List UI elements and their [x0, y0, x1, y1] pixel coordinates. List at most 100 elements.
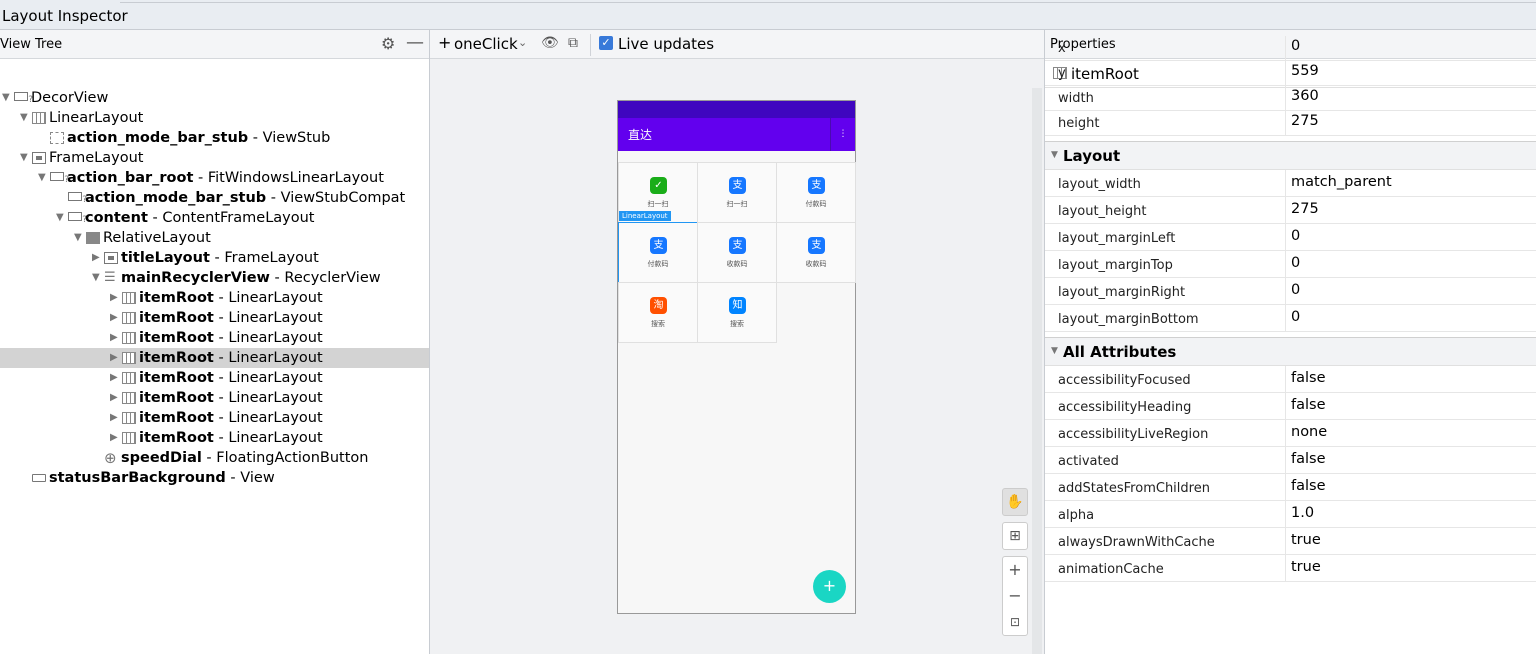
collapse-arrow-icon[interactable]: ▶	[110, 388, 118, 408]
collapse-arrow-icon[interactable]: ▼	[1051, 150, 1058, 160]
speed-dial-button[interactable]: +	[813, 570, 846, 603]
property-row[interactable]: activated false	[1045, 447, 1536, 474]
collapse-arrow-icon[interactable]: ▶	[110, 348, 118, 368]
collapse-arrow-icon[interactable]: ▼	[1051, 346, 1058, 356]
expand-arrow-icon[interactable]: ▼	[2, 88, 10, 108]
grid-item[interactable]: 知搜索	[697, 282, 777, 343]
property-row[interactable]: layout_height 275	[1045, 197, 1536, 224]
property-row[interactable]: animationCache true	[1045, 555, 1536, 582]
property-value[interactable]: 360	[1291, 88, 1319, 104]
property-value[interactable]: 0	[1291, 309, 1300, 325]
tree-node-itemroot[interactable]: ▶ itemRoot - LinearLayout	[0, 428, 429, 448]
property-section[interactable]: ▼ Layout	[1045, 141, 1536, 170]
tree-node-relativelayout[interactable]: ▼ RelativeLayout	[0, 228, 429, 248]
tree-node-speeddial[interactable]: ⊕ speedDial - FloatingActionButton	[0, 448, 429, 468]
property-value[interactable]: false	[1291, 397, 1326, 413]
property-value[interactable]: match_parent	[1291, 174, 1392, 190]
grid-item[interactable]: 支付款码	[776, 162, 856, 223]
minimize-icon[interactable]: —	[406, 32, 424, 53]
collapse-arrow-icon[interactable]: ▶	[110, 408, 118, 428]
device-screen[interactable]: 直达 ⋮ ✓ 扫一扫支扫一扫支付款码支付款码 LinearLayout 支收款码支收款…	[617, 100, 856, 614]
tree-node-action_bar_root[interactable]: ▼ action_bar_root - FitWindowsLinearLayou…	[0, 168, 429, 190]
property-value[interactable]: 0	[1291, 282, 1300, 298]
tree-node-itemroot[interactable]: ▶ itemRoot - LinearLayout	[0, 308, 429, 328]
expand-arrow-icon[interactable]: ▼	[56, 208, 64, 228]
property-row[interactable]: y 559	[1045, 61, 1536, 86]
property-row[interactable]: layout_marginTop 0	[1045, 251, 1536, 278]
collapse-arrow-icon[interactable]: ▶	[110, 288, 118, 308]
collapse-arrow-icon[interactable]: ▶	[110, 428, 118, 448]
property-row[interactable]: addStatesFromChildren false	[1045, 474, 1536, 501]
property-row[interactable]: accessibilityFocused false	[1045, 366, 1536, 393]
add-icon[interactable]: +	[438, 33, 451, 52]
collapse-arrow-icon[interactable]: ▶	[110, 328, 118, 348]
property-row[interactable]: alwaysDrawnWithCache true	[1045, 528, 1536, 555]
grid-item[interactable]: 淘搜索	[618, 282, 698, 343]
eye-icon[interactable]: 👁	[541, 35, 559, 51]
expand-arrow-icon[interactable]: ▼	[20, 108, 28, 128]
property-value[interactable]: false	[1291, 478, 1326, 494]
grid-item[interactable]: 支扫一扫	[697, 162, 777, 223]
property-row[interactable]: layout_width match_parent	[1045, 170, 1536, 197]
tree-node-titlelayout[interactable]: ▶ titleLayout - FrameLayout	[0, 248, 429, 268]
tree-node-itemroot[interactable]: ▶ itemRoot - LinearLayout	[0, 288, 429, 308]
expand-arrow-icon[interactable]: ▼	[38, 168, 46, 188]
property-row[interactable]: x0	[1045, 36, 1536, 61]
tree-node-mainrecyclerview[interactable]: ▼ ☰ mainRecyclerView - RecyclerView	[0, 268, 429, 288]
property-value[interactable]: true	[1291, 532, 1321, 548]
property-value[interactable]: 0	[1291, 228, 1300, 244]
tree-node-action_mode_bar_stub[interactable]: action_mode_bar_stub - ViewStubCompat	[0, 188, 429, 210]
property-value[interactable]: false	[1291, 370, 1326, 386]
property-value[interactable]: 559	[1291, 63, 1319, 79]
expand-arrow-icon[interactable]: ▼	[74, 228, 82, 248]
scrollbar[interactable]	[1032, 88, 1042, 654]
tree-node-action_mode_bar_stub[interactable]: action_mode_bar_stub - ViewStub	[0, 128, 429, 148]
live-updates-checkbox[interactable]: ✓	[599, 36, 613, 50]
fit-icon[interactable]: ⊞	[1002, 522, 1028, 550]
overflow-menu-icon[interactable]: ⋮	[830, 118, 855, 151]
property-row[interactable]: accessibilityHeading false	[1045, 393, 1536, 420]
actual-size-icon[interactable]: ⊡	[1003, 609, 1027, 635]
tree-node-itemroot[interactable]: ▶ itemRoot - LinearLayout	[0, 368, 429, 388]
property-value[interactable]: 0	[1291, 255, 1300, 271]
zoom-out-icon[interactable]: −	[1003, 583, 1027, 609]
pan-icon[interactable]: ✋	[1002, 488, 1028, 516]
property-row[interactable]: layout_marginBottom 0	[1045, 305, 1536, 332]
tree-node-itemroot[interactable]: ▶ itemRoot - LinearLayout	[0, 388, 429, 408]
tree-node-linearlayout[interactable]: ▼ LinearLayout	[0, 108, 429, 128]
property-row[interactable]: alpha 1.0	[1045, 501, 1536, 528]
process-selector[interactable]: oneClick	[454, 35, 518, 53]
property-value[interactable]: true	[1291, 559, 1321, 575]
collapse-arrow-icon[interactable]: ▶	[110, 308, 118, 328]
snapshot-icon[interactable]: ⧉	[568, 35, 578, 51]
expand-arrow-icon[interactable]: ▼	[20, 148, 28, 168]
tree-node-framelayout[interactable]: ▼ FrameLayout	[0, 148, 429, 168]
property-row[interactable]: width 360	[1045, 86, 1536, 111]
tree-node-decorview[interactable]: ▼ DecorView	[0, 88, 429, 110]
property-value[interactable]: 1.0	[1291, 505, 1314, 521]
grid-item[interactable]: 支付款码 LinearLayout	[618, 211, 698, 283]
grid-item[interactable]: 支收款码	[697, 222, 777, 283]
property-value[interactable]: 0	[1291, 38, 1300, 54]
property-value[interactable]: false	[1291, 451, 1326, 467]
chevron-down-icon[interactable]: ⌄	[518, 36, 527, 49]
collapse-arrow-icon[interactable]: ▶	[110, 368, 118, 388]
grid-item[interactable]: 支收款码	[776, 222, 856, 283]
property-value[interactable]: 275	[1291, 113, 1319, 129]
property-value[interactable]: 275	[1291, 201, 1319, 217]
property-row[interactable]: layout_marginLeft 0	[1045, 224, 1536, 251]
zoom-in-icon[interactable]: +	[1003, 557, 1027, 583]
property-row[interactable]: layout_marginRight 0	[1045, 278, 1536, 305]
property-value[interactable]: none	[1291, 424, 1327, 440]
tree-node-itemroot[interactable]: ▶ itemRoot - LinearLayout	[0, 408, 429, 428]
collapse-arrow-icon[interactable]: ▶	[92, 248, 100, 268]
tree-node-statusbarbackground[interactable]: statusBarBackground - View	[0, 468, 429, 488]
property-row[interactable]: accessibilityLiveRegion none	[1045, 420, 1536, 447]
tree-node-itemroot[interactable]: ▶ itemRoot - LinearLayout	[0, 328, 429, 348]
expand-arrow-icon[interactable]: ▼	[92, 268, 100, 288]
tree-node-itemroot[interactable]: ▶ itemRoot - LinearLayout	[0, 348, 429, 368]
property-section[interactable]: ▼ All Attributes	[1045, 337, 1536, 366]
property-row[interactable]: height 275	[1045, 111, 1536, 136]
tree-node-content[interactable]: ▼ content - ContentFrameLayout	[0, 208, 429, 230]
gear-icon[interactable]: ⚙	[381, 34, 395, 53]
